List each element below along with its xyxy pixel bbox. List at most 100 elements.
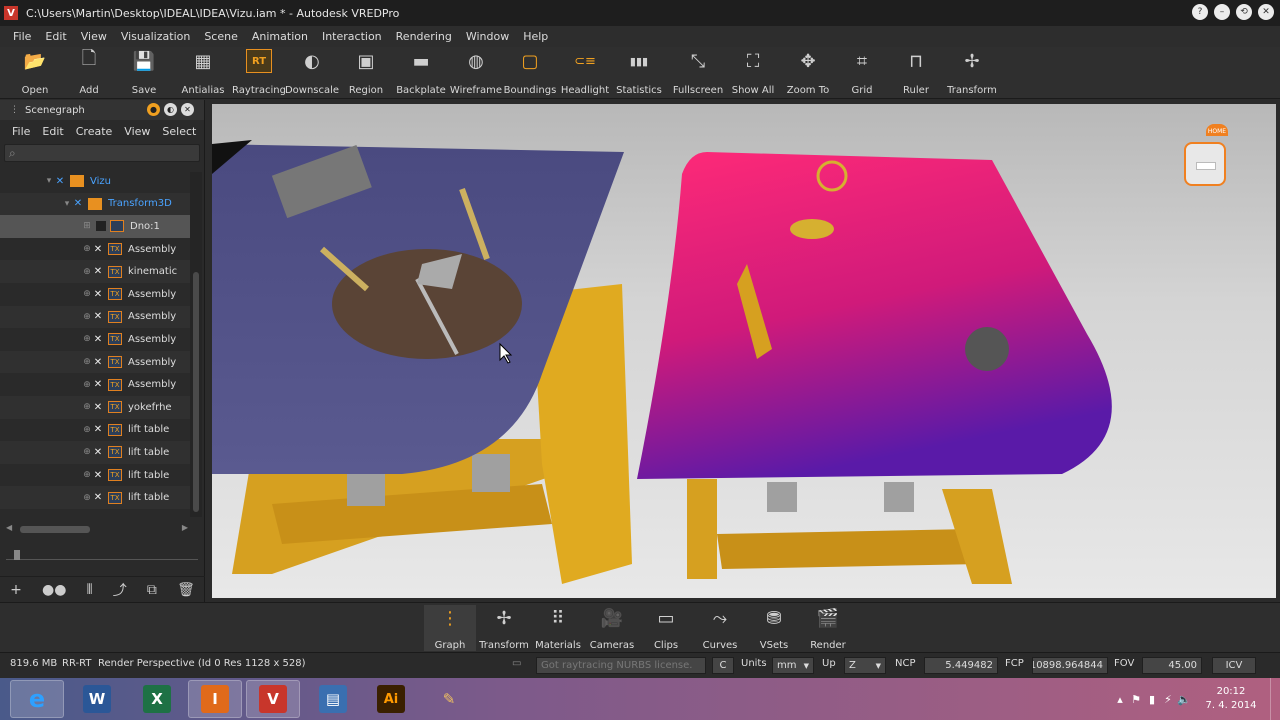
materials-module-button[interactable]: ⠿ Materials — [532, 605, 584, 651]
menu-animation[interactable]: Animation — [245, 26, 315, 47]
render-module-button[interactable]: 🎬 Render — [802, 605, 854, 651]
delete-icon[interactable]: 🗑 — [177, 582, 195, 598]
menu-help[interactable]: Help — [516, 26, 555, 47]
tree-row[interactable]: ⊕ ✕ TX Assembly — [0, 305, 190, 329]
move-node-icon[interactable]: ⤴ — [113, 580, 127, 600]
view-cube[interactable]: HOME — [1180, 124, 1230, 194]
c-button[interactable]: C — [712, 657, 734, 674]
sg-menu-file[interactable]: File — [6, 125, 36, 138]
transform-button[interactable]: ✢ Transform — [946, 49, 998, 97]
restore-button[interactable]: ⟲ — [1236, 4, 1252, 20]
visibility-icon[interactable]: ✕ — [92, 266, 104, 277]
link-icon[interactable]: ●● — [42, 582, 66, 598]
power-icon[interactable]: ⚡ — [1160, 693, 1176, 706]
dock-icon[interactable]: ⋮ — [10, 105, 19, 115]
visibility-icon[interactable]: ✕ — [72, 198, 84, 209]
flag-icon[interactable]: ⚑ — [1128, 693, 1144, 706]
visibility-icon[interactable]: ✕ — [92, 357, 104, 368]
visibility-icon[interactable] — [96, 221, 106, 232]
volume-icon[interactable]: 🔈 — [1176, 693, 1192, 706]
downscale-button[interactable]: ◐ Downscale — [285, 49, 339, 97]
menu-visualization[interactable]: Visualization — [114, 26, 197, 47]
taskbar-vred[interactable]: V — [246, 680, 300, 718]
float-icon[interactable]: ◐ — [164, 103, 177, 116]
tree-row[interactable]: ⊕ ✕ TX lift table — [0, 419, 190, 442]
tree-row[interactable]: ⊕ ✕ TX Assembly — [0, 328, 190, 351]
expand-icon[interactable]: ⊕ — [82, 380, 92, 390]
menu-rendering[interactable]: Rendering — [389, 26, 459, 47]
tree-row[interactable]: ⊕ ✕ TX lift table — [0, 486, 190, 509]
visibility-icon[interactable]: ✕ — [92, 424, 104, 435]
visibility-icon[interactable]: ✕ — [92, 492, 104, 503]
tray-arrow-icon[interactable]: ▴ — [1112, 693, 1128, 706]
visibility-icon[interactable]: ✕ — [92, 402, 104, 413]
add-button[interactable]: 🗋 Add — [72, 48, 106, 97]
visibility-icon[interactable]: ✕ — [92, 447, 104, 458]
statistics-button[interactable]: ▮▮▮ Statistics — [614, 49, 664, 97]
menu-window[interactable]: Window — [459, 26, 516, 47]
sg-menu-view[interactable]: View — [118, 125, 156, 138]
raytracing-button[interactable]: RT Raytracing — [232, 49, 286, 97]
expand-icon[interactable]: ⊞ — [82, 221, 92, 231]
transform-module-button[interactable]: ✢ Transform — [478, 605, 530, 651]
open-button[interactable]: 📂 Open — [16, 49, 54, 97]
visibility-icon[interactable]: ✕ — [92, 289, 104, 300]
menu-view[interactable]: View — [74, 26, 114, 47]
fullscreen-button[interactable]: ⤡ Fullscreen — [672, 49, 724, 97]
3d-viewport[interactable]: HOME — [212, 104, 1276, 598]
tree-row[interactable]: ⊕ ✕ TX Assembly — [0, 238, 190, 261]
ruler-button[interactable]: ⊓ Ruler — [900, 49, 932, 97]
clips-module-button[interactable]: ▭ Clips — [640, 605, 692, 651]
home-icon[interactable]: HOME — [1206, 124, 1228, 136]
region-button[interactable]: ▣ Region — [346, 49, 386, 97]
expand-icon[interactable]: ⊕ — [82, 244, 92, 254]
expand-icon[interactable]: ⊕ — [82, 447, 92, 457]
visibility-icon[interactable]: ✕ — [92, 334, 104, 345]
scenegraph-search-input[interactable]: ⌕ — [4, 144, 200, 162]
taskbar-inventor[interactable]: I — [188, 680, 242, 718]
visibility-icon[interactable]: ✕ — [92, 470, 104, 481]
zoom-to-button[interactable]: ✥ Zoom To — [786, 49, 830, 97]
taskbar-media[interactable]: ▤ — [306, 680, 360, 718]
lock-icon[interactable]: ● — [147, 103, 160, 116]
taskbar-excel[interactable]: X — [130, 680, 184, 718]
vsets-module-button[interactable]: ⛃ VSets — [748, 605, 800, 651]
view-cube-face[interactable] — [1196, 162, 1216, 170]
curves-module-button[interactable]: ⤳ Curves — [694, 605, 746, 651]
scroll-thumb[interactable] — [193, 272, 199, 512]
tree-row[interactable]: ⊕ ✕ TX yokefrhe — [0, 395, 190, 419]
expand-icon[interactable]: ⊕ — [82, 312, 92, 322]
up-axis-select[interactable]: Z ▼ — [844, 657, 886, 674]
taskbar-word[interactable]: W — [70, 680, 124, 718]
add-node-icon[interactable]: + — [10, 582, 22, 598]
boundings-button[interactable]: ▢ Boundings — [504, 49, 557, 97]
sg-menu-select[interactable]: Select — [156, 125, 202, 138]
headlight-button[interactable]: ⊂≡ Headlight — [560, 49, 610, 97]
menu-file[interactable]: File — [6, 26, 38, 47]
expand-icon[interactable]: ⊕ — [82, 402, 92, 412]
icv-button[interactable]: ICV — [1212, 657, 1256, 674]
sg-menu-edit[interactable]: Edit — [36, 125, 69, 138]
units-select[interactable]: mm ▼ — [772, 657, 814, 674]
collapse-icon[interactable]: ▾ — [62, 199, 72, 209]
tree-row[interactable]: ⊕ ✕ TX kinematic — [0, 260, 190, 283]
view-cube-box[interactable] — [1184, 142, 1226, 186]
clock[interactable]: 20:12 7. 4. 2014 — [1192, 685, 1270, 713]
wireframe-button[interactable]: ◍ Wireframe — [450, 49, 502, 97]
close-button[interactable]: ✕ — [1258, 4, 1274, 20]
tree-zoom-slider[interactable] — [6, 550, 198, 560]
ncp-field[interactable]: 5.449482 — [924, 657, 998, 674]
save-button[interactable]: 💾 Save — [126, 49, 162, 97]
scroll-left-icon[interactable]: ◀ — [6, 523, 12, 532]
terminal-icon[interactable]: ▭ — [512, 658, 521, 669]
tree-row[interactable]: ⊕ ✕ TX Assembly — [0, 350, 190, 374]
slider-knob[interactable] — [14, 550, 20, 560]
grid-button[interactable]: ⌗ Grid — [846, 49, 878, 97]
expand-icon[interactable]: ⊕ — [82, 470, 92, 480]
expand-icon[interactable]: ⊕ — [82, 289, 92, 299]
scroll-right-icon[interactable]: ▶ — [182, 523, 188, 532]
fov-field[interactable]: 45.00 — [1142, 657, 1202, 674]
menu-interaction[interactable]: Interaction — [315, 26, 389, 47]
show-all-button[interactable]: ⛶ Show All — [730, 49, 776, 97]
collapse-icon[interactable]: ▾ — [44, 176, 54, 186]
